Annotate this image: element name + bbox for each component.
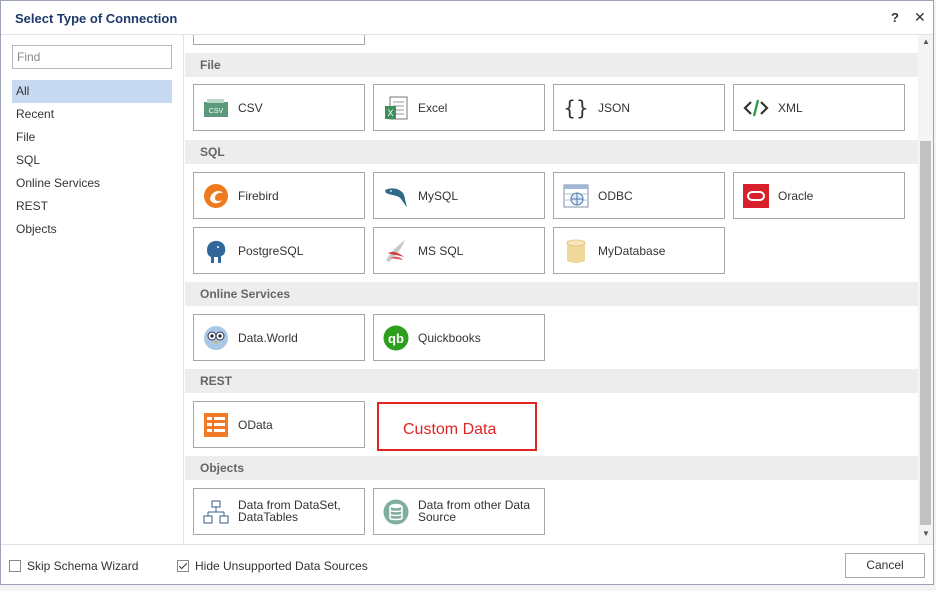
scroll-thumb[interactable]	[920, 141, 931, 525]
tile-label: MySQL	[418, 189, 459, 203]
dialog-footer: Skip Schema Wizard Hide Unsupported Data…	[1, 544, 933, 586]
section-sql-header: SQL	[185, 140, 918, 164]
tile-quickbooks[interactable]: qb Quickbooks	[373, 314, 545, 361]
title-bar: Select Type of Connection ? ✕	[1, 1, 933, 35]
tile-label: JSON	[598, 101, 631, 115]
tile-excel[interactable]: X Excel	[373, 84, 545, 131]
tile-label: CSV	[238, 101, 263, 115]
tile-label: Data from other Data Source	[418, 498, 531, 524]
help-button[interactable]: ?	[891, 10, 899, 25]
hide-unsupported-option[interactable]: Hide Unsupported Data Sources	[177, 559, 368, 573]
tile-label: Firebird	[238, 189, 279, 203]
category-panel: All Recent File SQL Online Services REST…	[1, 35, 184, 544]
dialog-title: Select Type of Connection	[15, 11, 178, 26]
section-objects-header: Objects	[185, 456, 918, 480]
csv-icon: CSV	[204, 99, 228, 117]
tile-label: Excel	[418, 101, 448, 115]
category-recent[interactable]: Recent	[12, 103, 172, 126]
connection-list: File CSV CSV X Excel {} JSON XML SQL Fir…	[185, 35, 918, 544]
postgresql-elephant-icon	[207, 240, 226, 263]
xml-icon	[743, 99, 769, 117]
find-input[interactable]	[12, 45, 172, 69]
dataset-hierarchy-icon	[203, 500, 229, 524]
tile-label: Data from DataSet, DataTables	[238, 498, 341, 524]
tile-label: OData	[238, 418, 273, 432]
custom-data-label: Custom Data	[403, 421, 497, 438]
odbc-icon	[563, 184, 589, 208]
skip-schema-wizard-option[interactable]: Skip Schema Wizard	[9, 559, 138, 573]
category-online-services[interactable]: Online Services	[12, 172, 172, 195]
oracle-icon	[743, 184, 769, 208]
tile-data-world[interactable]: Data.World	[193, 314, 365, 361]
svg-text:X: X	[387, 108, 393, 118]
tile-json[interactable]: {} JSON	[553, 84, 725, 131]
svg-text:CSV: CSV	[209, 108, 224, 115]
partial-tile-above	[193, 35, 365, 45]
section-rest-header: REST	[185, 369, 918, 393]
firebird-icon	[204, 184, 228, 208]
tile-oracle[interactable]: Oracle	[733, 172, 905, 219]
tile-label: MyDatabase	[598, 244, 666, 258]
tile-firebird[interactable]: Firebird	[193, 172, 365, 219]
category-file[interactable]: File	[12, 126, 172, 149]
tile-data-from-dataset[interactable]: Data from DataSet, DataTables	[193, 488, 365, 535]
category-sql[interactable]: SQL	[12, 149, 172, 172]
mssql-icon	[386, 240, 405, 262]
tile-label: Data.World	[238, 331, 298, 345]
category-objects[interactable]: Objects	[12, 218, 172, 241]
tile-odata[interactable]: OData	[193, 401, 365, 448]
cancel-button[interactable]: Cancel	[845, 553, 925, 578]
scroll-down-arrow-icon[interactable]: ▼	[922, 529, 930, 538]
hide-unsupported-checkbox[interactable]	[177, 560, 189, 572]
section-file-header: File	[185, 53, 918, 77]
skip-schema-wizard-label: Skip Schema Wizard	[27, 559, 139, 573]
tile-mssql[interactable]: MS SQL	[373, 227, 545, 274]
skip-schema-wizard-checkbox[interactable]	[9, 560, 21, 572]
custom-data-annotation: Custom Data	[377, 402, 537, 451]
tile-postgresql[interactable]: PostgreSQL	[193, 227, 365, 274]
tile-label: XML	[778, 101, 803, 115]
tile-mysql[interactable]: MySQL	[373, 172, 545, 219]
scroll-up-arrow-icon[interactable]: ▲	[922, 37, 930, 46]
tile-mydatabase[interactable]: MyDatabase	[553, 227, 725, 274]
tile-label: Quickbooks	[418, 331, 481, 345]
category-rest[interactable]: REST	[12, 195, 172, 218]
data-source-icon	[383, 499, 409, 525]
svg-text:qb: qb	[388, 331, 404, 346]
quickbooks-icon: qb	[383, 325, 409, 351]
connection-dialog: Select Type of Connection ? ✕ All Recent…	[0, 0, 934, 585]
tile-label: Oracle	[778, 189, 814, 203]
data-world-owl-icon	[204, 326, 228, 350]
json-icon: {}	[563, 96, 588, 120]
excel-icon: X	[385, 96, 408, 120]
tile-csv[interactable]: CSV CSV	[193, 84, 365, 131]
tile-label: ODBC	[598, 189, 633, 203]
tile-odbc[interactable]: ODBC	[553, 172, 725, 219]
vertical-scrollbar[interactable]: ▲ ▼	[918, 35, 933, 544]
tile-data-from-other-source[interactable]: Data from other Data Source	[373, 488, 545, 535]
database-cylinder-icon	[566, 239, 586, 263]
tile-label: MS SQL	[418, 244, 464, 258]
category-list: All Recent File SQL Online Services REST…	[12, 80, 172, 241]
tile-label: PostgreSQL	[238, 244, 304, 258]
tile-xml[interactable]: XML	[733, 84, 905, 131]
category-all[interactable]: All	[12, 80, 172, 103]
close-icon[interactable]: ✕	[914, 9, 926, 26]
section-online-services-header: Online Services	[185, 282, 918, 306]
odata-icon	[204, 413, 228, 437]
hide-unsupported-label: Hide Unsupported Data Sources	[195, 559, 368, 573]
mysql-dolphin-icon	[385, 188, 407, 207]
svg-text:{}: {}	[563, 96, 588, 120]
